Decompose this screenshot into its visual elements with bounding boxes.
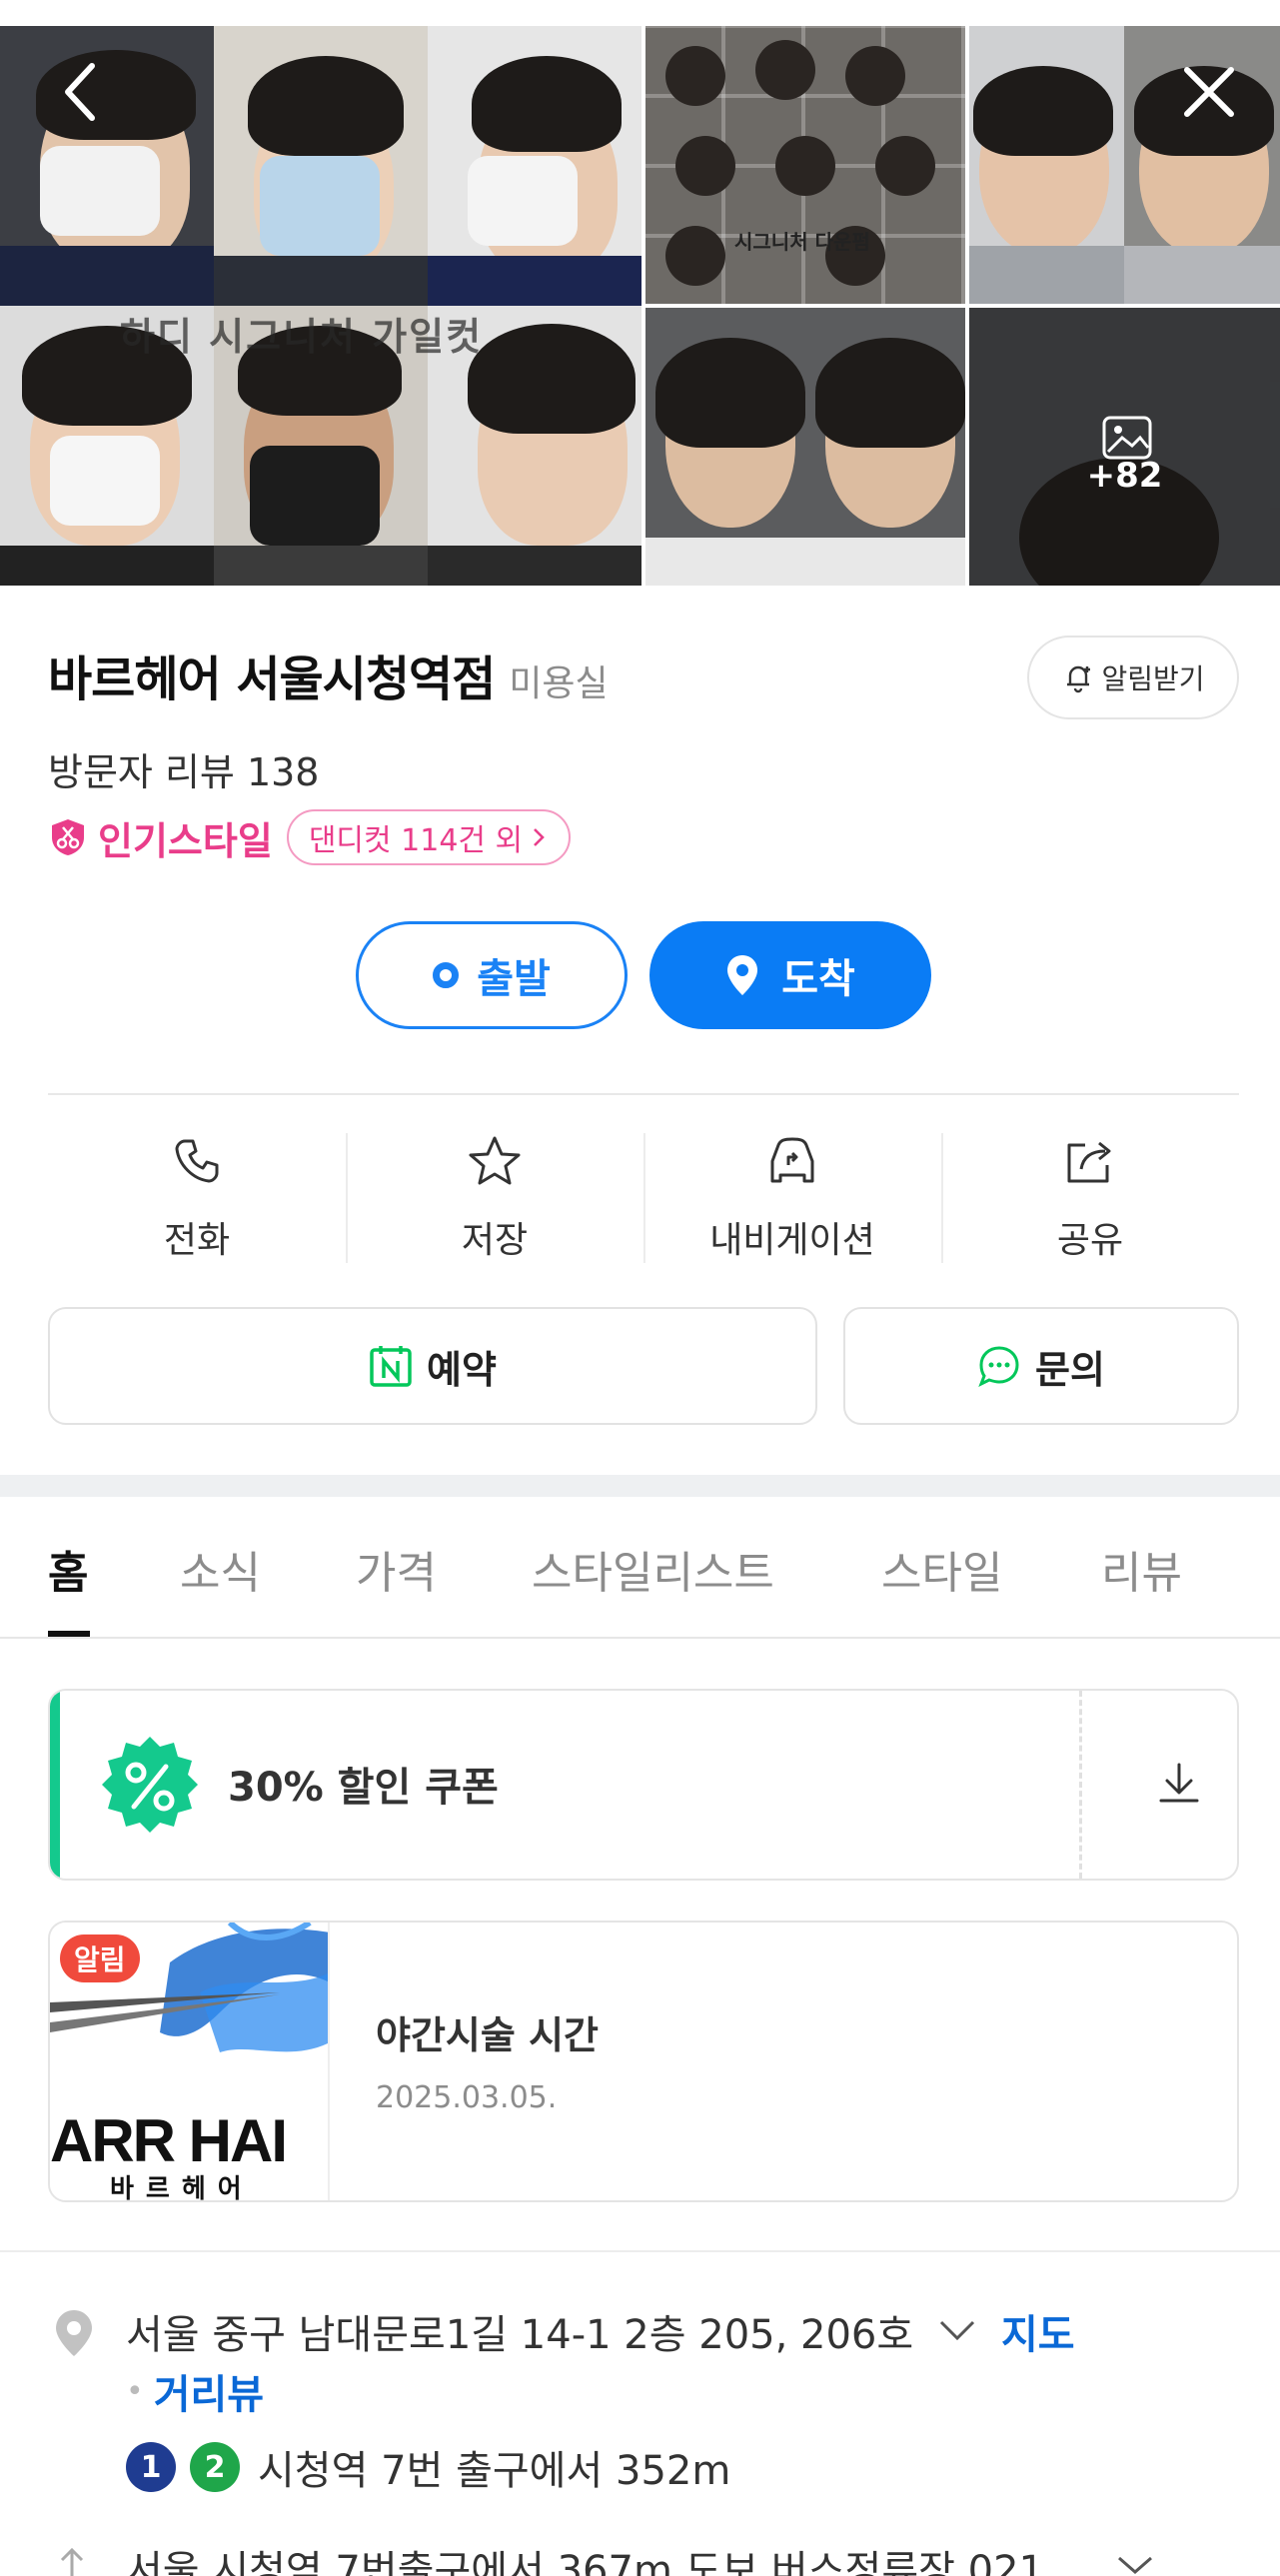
subway-row: 1 2 시청역 7번 출구에서 352m [126,2438,730,2496]
download-icon [1159,1763,1199,1803]
popular-style-chip-label: 댄디컷 114건 외 [308,823,524,858]
tab-bar: 홈 소식 가격 스타일리스트 스타일 리뷰 [0,1497,1280,1639]
chevron-left-icon [65,63,95,121]
tab-home[interactable]: 홈 [48,1537,88,1601]
download-button[interactable] [1149,1753,1209,1813]
navigation-icon [764,1133,820,1189]
photo-back-view[interactable] [645,308,965,586]
popular-style-chip[interactable]: 댄디컷 114건 외 [286,809,572,865]
separator-dot: • [126,2373,144,2409]
news-alert-badge: 알림 [60,1934,140,1982]
popular-style-label: 인기스타일 [98,818,273,863]
place-name: 바르헤어 서울시청역점 [48,651,496,707]
route-arrive-button[interactable]: 도착 [649,921,931,1029]
street-view-link[interactable]: 거리뷰 [154,2362,264,2420]
back-button[interactable] [48,60,112,124]
subway-line-1-badge: 1 [126,2442,176,2492]
news-thumb-sub: 바르헤어 [110,2174,254,2202]
start-dot-icon [433,962,460,988]
save-button[interactable]: 저장 [346,1129,643,1269]
save-label: 저장 [461,1220,529,1261]
street-view-row: • 거리뷰 [126,2362,264,2420]
photo-caption: 하디 시그니처 가일컷 [120,315,484,359]
divider [48,1093,1239,1095]
photo-collage[interactable] [645,26,965,304]
coupon-card[interactable]: 30% 할인 쿠폰 [48,1689,1239,1881]
close-icon [1184,67,1234,117]
bell-icon [1067,665,1091,693]
route-arrive-label: 도착 [781,956,855,1002]
news-title: 야간시술 시간 [376,2013,599,2057]
place-title-row: 바르헤어 서울시청역점 미용실 [48,640,609,709]
subway-distance-text: 시청역 7번 출구에서 352m [258,2448,731,2494]
chevron-down-icon[interactable] [937,2318,977,2346]
status-bar-area [0,0,1280,26]
star-icon [467,1133,523,1189]
inquiry-label: 문의 [1035,1347,1105,1392]
review-count[interactable]: 방문자 리뷰 138 [48,741,320,796]
tab-review[interactable]: 리뷰 [1101,1537,1182,1601]
navigation-button[interactable]: 내비게이션 [643,1129,941,1269]
image-icon [1102,416,1152,460]
chevron-down-icon[interactable] [1115,2554,1155,2576]
reserve-label: 예약 [427,1347,497,1392]
share-label: 공유 [1056,1220,1124,1261]
coupon-accent-bar [50,1691,60,1879]
section-gap [0,1475,1280,1497]
tab-stylist[interactable]: 스타일리스트 [532,1537,774,1601]
subway-line-2-badge: 2 [190,2442,240,2492]
close-button[interactable] [1177,60,1241,124]
alarm-label: 알림받기 [1101,662,1205,695]
share-button[interactable]: 공유 [941,1129,1239,1269]
navigation-label: 내비게이션 [709,1220,875,1261]
coupon-title: 30% 할인 쿠폰 [228,1765,499,1811]
tab-news[interactable]: 소식 [180,1537,261,1601]
address-text[interactable]: 서울 중구 남대문로1길 14-1 2층 205, 206호 [126,2302,913,2360]
news-card[interactable]: 알림 ARR HAI 바르헤어 야간시술 시간 2025.03.05. [48,1921,1239,2202]
photo-tile [214,26,428,306]
inquiry-button[interactable]: 문의 [843,1307,1239,1425]
chevron-right-icon [534,828,545,846]
action-row: 전화 저장 내비게이션 공유 [48,1129,1239,1269]
location-pin-icon [54,2308,94,2358]
call-label: 전화 [163,1220,231,1261]
walk-direction-icon [54,2546,90,2576]
map-pin-icon [727,955,758,995]
photo-tile [428,26,641,306]
popular-style-row[interactable]: 인기스타일 댄디컷 114건 외 [48,809,572,865]
photo-gallery: 하디 시그니처 가일컷 시그니처 다운펌 +82 [0,26,1280,586]
route-start-label: 출발 [477,956,551,1002]
alarm-button[interactable]: 알림받기 [1027,636,1239,719]
map-link[interactable]: 지도 [1001,2302,1075,2360]
bus-direction-text: 서울 시청역 7번출구에서 367m 도보 버스정류장 021 [126,2548,1044,2576]
tab-indicator [48,1631,90,1637]
news-thumbnail: 알림 ARR HAI 바르헤어 [50,1923,330,2202]
tab-style[interactable]: 스타일 [881,1537,1002,1601]
tab-price[interactable]: 가격 [356,1537,437,1601]
divider [0,2250,1280,2252]
coupon-separator [1079,1691,1082,1879]
photo-more-count: +82 [1086,456,1163,496]
phone-icon [169,1133,225,1189]
place-category: 미용실 [509,663,609,704]
route-start-button[interactable]: 출발 [356,921,628,1029]
news-thumb-logo: ARR HAI [50,2107,288,2174]
shield-scissors-icon [52,819,84,855]
reserve-button[interactable]: 예약 [48,1307,817,1425]
news-date: 2025.03.05. [376,2080,558,2115]
photo-caption: 시그니처 다운펌 [734,230,870,254]
call-button[interactable]: 전화 [48,1129,346,1269]
share-icon [1062,1133,1118,1189]
naver-calendar-icon [370,1346,412,1387]
chat-icon [978,1346,1019,1388]
discount-badge-icon [94,1729,206,1841]
